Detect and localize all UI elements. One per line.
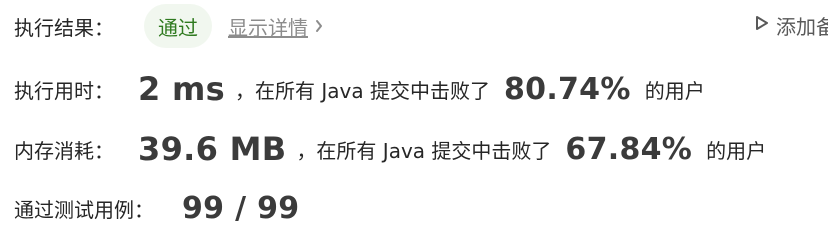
tests-value: 99 / 99 [182,190,300,226]
tests-row: 通过测试用例： 99 / 99 [14,186,828,230]
chevron-right-icon [314,14,324,38]
memory-beat-text: ，在所有 Java 提交中击败了 [296,138,552,163]
result-row: 执行结果： 通过 显示详情 [14,4,828,48]
memory-percent: 67.84% [565,131,693,167]
runtime-percent: 80.74% [503,71,631,107]
add-note-label: 添加备 [776,14,828,39]
show-details-link[interactable]: 显示详情 [228,12,324,41]
add-note-button[interactable]: 添加备 [752,8,828,42]
memory-label: 内存消耗： [14,138,114,163]
play-outline-icon [752,13,770,38]
result-label: 执行结果： [14,15,114,40]
runtime-row: 执行用时： 2 ms ，在所有 Java 提交中击败了 80.74% 的用户 [14,66,828,112]
memory-row: 内存消耗： 39.6 MB ，在所有 Java 提交中击败了 67.84% 的用… [14,126,828,172]
status-text: 通过 [158,15,198,40]
show-details-label: 显示详情 [228,15,308,40]
memory-value: 39.6 MB [138,130,287,168]
runtime-value: 2 ms [138,70,225,108]
runtime-suffix: 的用户 [644,78,705,103]
memory-suffix: 的用户 [706,138,767,163]
tests-label: 通过测试用例： [14,197,154,222]
runtime-label: 执行用时： [14,78,114,103]
status-badge: 通过 [144,4,212,48]
runtime-beat-text: ，在所有 Java 提交中击败了 [235,78,490,103]
